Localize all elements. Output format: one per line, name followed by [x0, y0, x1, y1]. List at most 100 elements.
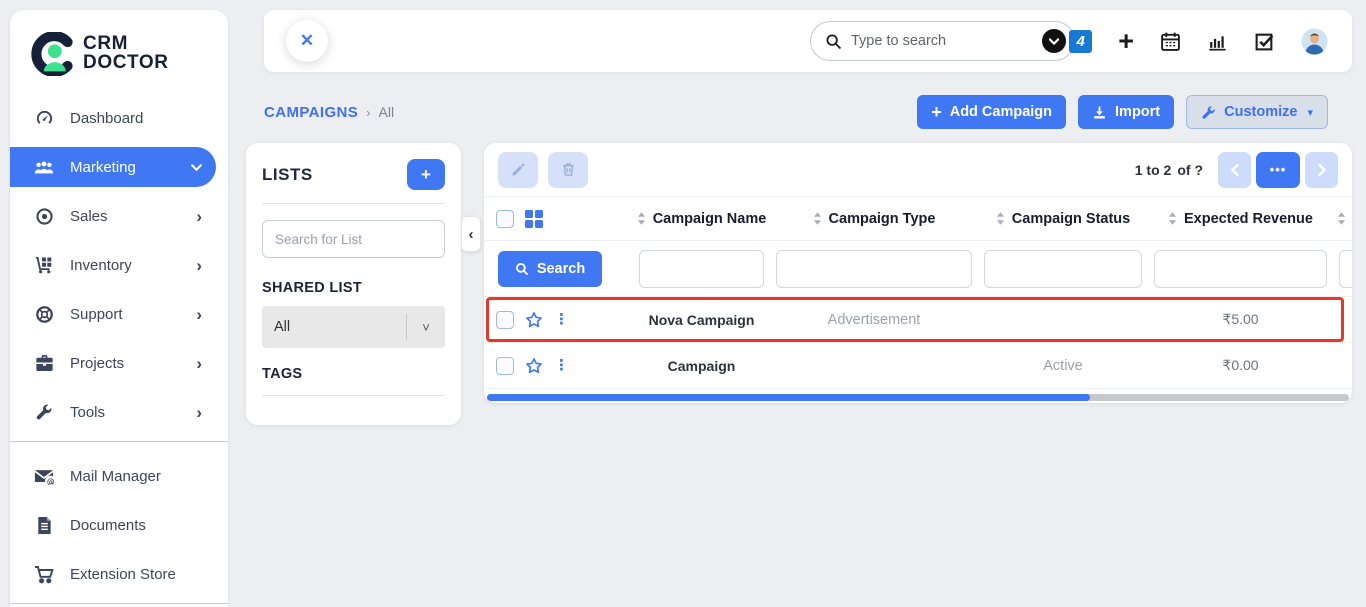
sidebar-item-marketing[interactable]: Marketing	[10, 147, 216, 187]
sidebar-item-label: Sales	[70, 208, 180, 225]
user-avatar[interactable]	[1301, 28, 1328, 55]
sidebar-item-support[interactable]: Support ›	[10, 294, 216, 334]
row-menu-kebab-icon[interactable]: ⋮	[554, 313, 569, 327]
filter-expected-revenue-input[interactable]	[1154, 250, 1327, 288]
topbar: ✕ 4 +	[264, 10, 1352, 72]
customize-button[interactable]: Customize ▾	[1186, 95, 1328, 129]
sidebar-item-mail-manager[interactable]: @ Mail Manager	[10, 456, 216, 496]
sidebar-item-label: Projects	[70, 355, 180, 372]
chevron-left-icon	[1231, 164, 1239, 176]
wrench-icon	[1201, 105, 1216, 120]
filter-campaign-type-input[interactable]	[776, 250, 972, 288]
shopping-cart-icon	[34, 564, 54, 584]
sort-icon	[1168, 212, 1177, 225]
delete-button[interactable]	[548, 152, 588, 188]
sidebar: CRM DOCTOR Dashboard Marketing	[10, 10, 228, 607]
cell-campaign-name[interactable]: Nova Campaign	[633, 312, 770, 328]
sidebar-item-projects[interactable]: Projects ›	[10, 343, 216, 383]
add-list-button[interactable]: +	[407, 159, 445, 190]
column-header-campaign-status[interactable]: Campaign Status	[978, 211, 1148, 227]
global-search-input[interactable]	[851, 33, 1033, 49]
shared-list-value: All	[274, 319, 406, 335]
star-favorite-icon[interactable]	[524, 356, 544, 376]
prev-page-button[interactable]	[1218, 152, 1251, 188]
grid-view-icon[interactable]	[525, 210, 543, 228]
edit-button[interactable]	[498, 152, 538, 188]
crm-doctor-logo-icon	[30, 32, 74, 76]
sidebar-item-label: Dashboard	[70, 110, 202, 127]
plus-icon: +	[421, 165, 431, 184]
sidebar-item-sales[interactable]: Sales ›	[10, 196, 216, 236]
pages-more-button[interactable]: •••	[1256, 152, 1300, 188]
chevron-right-icon: ›	[196, 355, 202, 372]
select-all-checkbox[interactable]	[496, 210, 514, 228]
table-search-label: Search	[537, 261, 585, 277]
next-page-button[interactable]	[1305, 152, 1338, 188]
sidebar-divider	[10, 441, 228, 442]
chevron-right-icon	[1318, 164, 1326, 176]
quick-add-icon[interactable]: +	[1118, 28, 1134, 55]
topbar-icons: 4 +	[1069, 10, 1328, 72]
breadcrumb-separator: ›	[366, 105, 370, 120]
pencil-icon	[510, 161, 527, 178]
tags-label: TAGS	[262, 366, 445, 382]
target-icon	[34, 206, 54, 226]
list-search-input[interactable]	[262, 220, 445, 258]
sidebar-item-tools[interactable]: Tools ›	[10, 392, 216, 432]
search-icon	[515, 262, 529, 276]
column-header-clipped[interactable]	[1333, 212, 1352, 225]
row-checkbox[interactable]	[496, 311, 514, 329]
sidebar-item-inventory[interactable]: Inventory ›	[10, 245, 216, 285]
global-search	[810, 21, 1075, 61]
life-ring-icon	[34, 304, 54, 324]
mail-at-icon: @	[34, 466, 54, 486]
sidebar-item-dashboard[interactable]: Dashboard	[10, 98, 216, 138]
column-header-campaign-type[interactable]: Campaign Type	[770, 211, 978, 227]
breadcrumb-campaigns[interactable]: CAMPAIGNS	[264, 104, 358, 121]
sidebar-item-documents[interactable]: Documents	[10, 505, 216, 545]
document-icon	[34, 515, 54, 535]
pagination: 1 to 2of ? •••	[1135, 152, 1338, 188]
column-header-expected-revenue[interactable]: Expected Revenue	[1148, 211, 1333, 227]
cell-campaign-type: Advertisement	[770, 312, 978, 328]
shared-list-select[interactable]: All ˅	[262, 306, 445, 348]
sidebar-item-label: Inventory	[70, 257, 180, 274]
table-row-nova-campaign[interactable]: ⋮ Nova Campaign Advertisement ₹5.00	[484, 297, 1352, 343]
table-search-button[interactable]: Search	[498, 251, 602, 287]
caret-down-icon: ▾	[1307, 106, 1313, 119]
filter-campaign-status-input[interactable]	[984, 250, 1142, 288]
cell-campaign-name[interactable]: Campaign	[633, 358, 770, 374]
horizontal-scrollbar-thumb[interactable]	[487, 394, 1090, 401]
brand-logo[interactable]: CRM DOCTOR	[10, 26, 228, 90]
import-label: Import	[1115, 104, 1160, 120]
table-row-campaign[interactable]: ⋮ Campaign Active ₹0.00	[484, 343, 1352, 389]
table-filter-row: Search	[484, 241, 1352, 297]
sort-icon	[637, 212, 646, 225]
chevron-down-icon	[191, 164, 202, 171]
notification-count-badge[interactable]: 4	[1069, 30, 1092, 53]
sidebar-toggle-close-button[interactable]: ✕	[286, 20, 328, 62]
bar-chart-icon[interactable]	[1207, 31, 1228, 52]
tasks-check-square-icon[interactable]	[1254, 31, 1275, 52]
calendar-icon[interactable]	[1160, 31, 1181, 52]
row-checkbox[interactable]	[496, 357, 514, 375]
cell-campaign-status: Active	[978, 358, 1148, 374]
row-menu-kebab-icon[interactable]: ⋮	[554, 359, 569, 373]
brand-name: CRM DOCTOR	[83, 35, 169, 72]
panel-collapse-toggle[interactable]: ‹	[461, 216, 481, 252]
chevron-right-icon: ›	[196, 208, 202, 225]
search-scope-dropdown-icon[interactable]	[1042, 29, 1066, 53]
column-header-campaign-name[interactable]: Campaign Name	[633, 211, 770, 227]
filter-clipped-input[interactable]	[1339, 250, 1352, 288]
lists-title: LISTS	[262, 165, 313, 185]
filter-campaign-name-input[interactable]	[639, 250, 764, 288]
breadcrumb-current: All	[379, 104, 395, 120]
sidebar-item-label: Marketing	[70, 159, 175, 176]
horizontal-scrollbar[interactable]	[487, 394, 1349, 401]
trash-icon	[560, 161, 577, 178]
sidebar-item-extension-store[interactable]: Extension Store	[10, 554, 216, 594]
add-campaign-button[interactable]: + Add Campaign	[917, 95, 1066, 129]
sort-icon	[813, 212, 822, 225]
import-button[interactable]: Import	[1078, 95, 1174, 129]
star-favorite-icon[interactable]	[524, 310, 544, 330]
